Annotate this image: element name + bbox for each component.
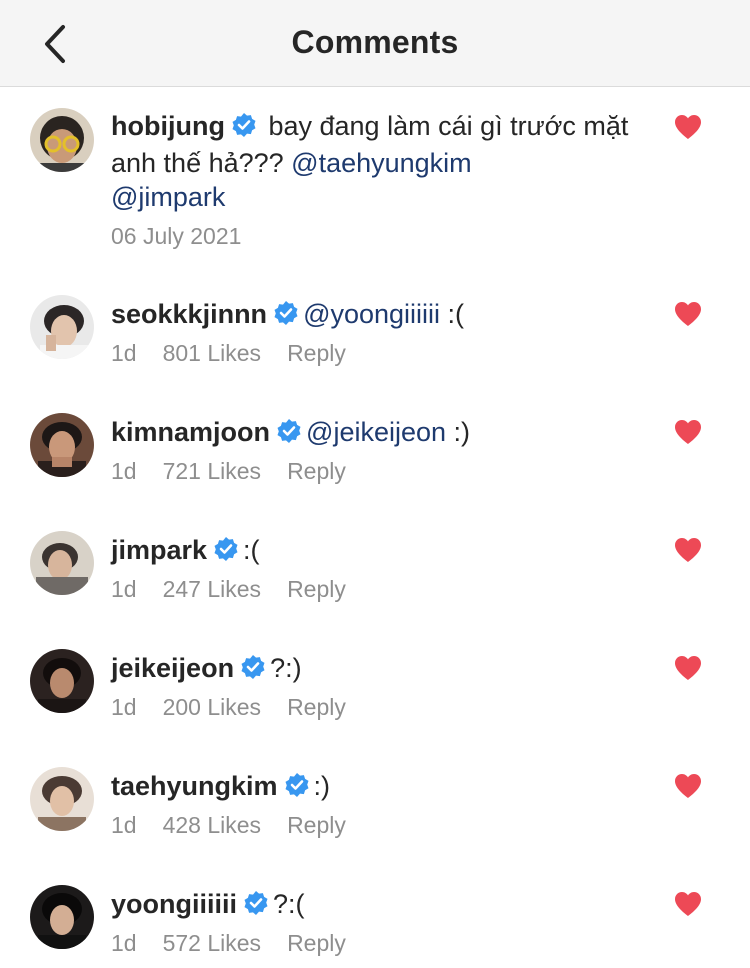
caption-date: 06 July 2021 (111, 223, 242, 249)
username-link[interactable]: kimnamjoon (111, 417, 270, 447)
verified-badge-icon (284, 772, 310, 806)
heart-icon (675, 302, 701, 326)
like-button[interactable] (674, 537, 702, 563)
avatar[interactable] (30, 649, 94, 713)
reply-button[interactable]: Reply (287, 694, 346, 721)
comment-body: ?:( (273, 889, 305, 919)
mention-link[interactable]: @yoongiiiiii (303, 299, 440, 329)
heart-icon (675, 656, 701, 680)
mention-link[interactable]: @jimpark (111, 182, 225, 212)
heart-icon (675, 420, 701, 444)
header-bar: Comments (0, 0, 750, 87)
comment-text: jimpark :( (111, 533, 641, 570)
heart-icon (675, 892, 701, 916)
username-link[interactable]: jimpark (111, 535, 207, 565)
comment-meta: 1d 572 Likes Reply (111, 930, 346, 957)
comment-text: kimnamjoon @jeikeijeon :) (111, 415, 641, 452)
comment-age: 1d (111, 812, 137, 838)
like-button[interactable] (674, 773, 702, 799)
avatar[interactable] (30, 885, 94, 949)
like-button[interactable] (674, 891, 702, 917)
username-link[interactable]: yoongiiiiii (111, 889, 237, 919)
verified-badge-icon (276, 418, 302, 452)
verified-badge-icon (243, 890, 269, 924)
comment-text: taehyungkim:) (111, 769, 641, 806)
username-link[interactable]: jeikeijeon (111, 653, 234, 683)
avatar[interactable] (30, 108, 94, 172)
avatar[interactable] (30, 767, 94, 831)
comment-age: 1d (111, 458, 137, 484)
avatar[interactable] (30, 531, 94, 595)
comment-text: seokkkjinnn @yoongiiiiii :( (111, 297, 641, 334)
heart-icon (675, 774, 701, 798)
comment-body: :( (243, 535, 260, 565)
username-link[interactable]: taehyungkim (111, 771, 278, 801)
heart-icon (675, 115, 701, 139)
reply-button[interactable]: Reply (287, 930, 346, 957)
reply-button[interactable]: Reply (287, 340, 346, 367)
like-button[interactable] (674, 419, 702, 445)
mention-link[interactable]: @jeikeijeon (306, 417, 446, 447)
comment-body: :) (313, 771, 331, 801)
reply-button[interactable]: Reply (287, 576, 346, 603)
avatar[interactable] (30, 413, 94, 477)
page-title: Comments (291, 24, 459, 60)
comment-text: jeikeijeon?:) (111, 651, 641, 688)
likes-count[interactable]: 428 Likes (163, 812, 261, 839)
reply-button[interactable]: Reply (287, 458, 346, 485)
likes-count[interactable]: 200 Likes (163, 694, 261, 721)
comment-age: 1d (111, 340, 137, 366)
comment-age: 1d (111, 694, 137, 720)
likes-count[interactable]: 801 Likes (163, 340, 261, 367)
likes-count[interactable]: 572 Likes (163, 930, 261, 957)
comment-body: :( (440, 299, 465, 329)
comment-meta: 1d 428 Likes Reply (111, 812, 346, 839)
like-button[interactable] (674, 114, 702, 140)
comment-meta: 1d 721 Likes Reply (111, 458, 346, 485)
comment-meta: 1d 247 Likes Reply (111, 576, 346, 603)
comment-meta: 1d 801 Likes Reply (111, 340, 346, 367)
username-link[interactable]: hobijung (111, 111, 225, 141)
caption-text: hobijung bay đang làm cái gì trước mặt a… (111, 109, 641, 214)
comment-body: ?:) (270, 653, 302, 683)
reply-button[interactable]: Reply (287, 812, 346, 839)
avatar[interactable] (30, 295, 94, 359)
comment-age: 1d (111, 930, 137, 956)
likes-count[interactable]: 247 Likes (163, 576, 261, 603)
like-button[interactable] (674, 655, 702, 681)
verified-badge-icon (240, 654, 266, 688)
mention-link[interactable]: @taehyungkim (291, 148, 472, 178)
verified-badge-icon (231, 112, 257, 146)
comment-meta: 1d 200 Likes Reply (111, 694, 346, 721)
verified-badge-icon (273, 300, 299, 334)
like-button[interactable] (674, 301, 702, 327)
heart-icon (675, 538, 701, 562)
comment-text: yoongiiiiii ?:( (111, 887, 641, 924)
comment-body: :) (446, 417, 471, 447)
username-link[interactable]: seokkkjinnn (111, 299, 267, 329)
likes-count[interactable]: 721 Likes (163, 458, 261, 485)
comment-age: 1d (111, 576, 137, 602)
verified-badge-icon (213, 536, 239, 570)
